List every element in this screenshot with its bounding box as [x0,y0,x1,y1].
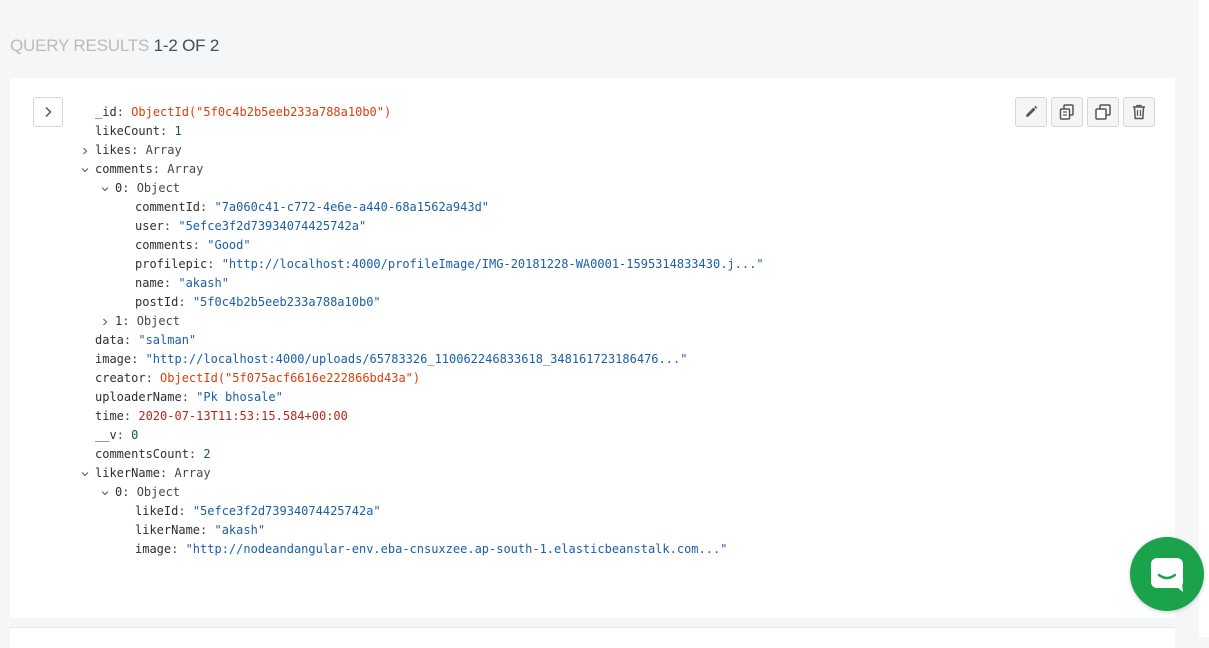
field-time: time: 2020-07-13T11:53:15.584+00:00 [95,409,348,423]
field-likecount: likeCount: 1 [95,124,182,138]
document-card: _id: ObjectId("5f0c4b2b5eeb233a788a10b0"… [10,78,1175,618]
chevron-right-icon[interactable] [100,312,110,331]
field-id: _id: ObjectId("5f0c4b2b5eeb233a788a10b0"… [95,105,392,119]
chevron-down-icon[interactable] [100,179,110,198]
chevron-down-icon[interactable] [80,464,90,483]
clone-icon [1059,104,1074,120]
chat-icon [1151,558,1183,592]
delete-icon [1133,104,1145,120]
field-comments-1[interactable]: 1: Object [100,312,180,331]
chevron-right-icon[interactable] [80,141,90,160]
chevron-right-icon [45,106,52,118]
field-likername-0[interactable]: 0: Object [100,483,180,502]
field-creator: creator: ObjectId("5f075acf6616e222866bd… [95,371,421,385]
field-comment-text: comments: "Good" [135,238,251,252]
field-data: data: "salman" [95,333,197,347]
query-results-header: QUERY RESULTS 1-2 OF 2 [10,36,219,56]
document-actions [1015,97,1155,127]
chat-support-button[interactable] [1130,537,1204,611]
field-postid: postId: "5f0c4b2b5eeb233a788a10b0" [135,295,381,309]
field-uploadername: uploaderName: "Pk bhosale" [95,390,283,404]
page-right-edge [1199,0,1209,637]
field-likername-value: likerName: "akash" [135,523,266,537]
edit-icon [1026,105,1038,117]
edit-document-button[interactable] [1015,97,1047,127]
field-profilepic: profilepic: "http://localhost:4000/profi… [135,257,764,271]
field-comments[interactable]: comments: Array [80,160,203,179]
expand-document-button[interactable] [33,97,63,127]
delete-document-button[interactable] [1123,97,1155,127]
field-likeid: likeId: "5efce3f2d73934074425742a" [135,504,381,518]
query-results-count: 1-2 OF 2 [153,36,220,55]
field-comments-0[interactable]: 0: Object [100,179,180,198]
field-commentscount: commentsCount: 2 [95,447,211,461]
field-likes[interactable]: likes: Array [80,141,182,160]
chevron-down-icon[interactable] [80,160,90,179]
field-likername[interactable]: likerName: Array [80,464,211,483]
field-liker-image: image: "http://nodeandangular-env.eba-cn… [135,542,728,556]
copy-document-button[interactable] [1087,97,1119,127]
clone-document-button[interactable] [1051,97,1083,127]
query-results-label: QUERY RESULTS [10,36,150,55]
field-user: user: "5efce3f2d73934074425742a" [135,219,367,233]
chevron-down-icon[interactable] [100,483,110,502]
field-image: image: "http://localhost:4000/uploads/65… [95,352,688,366]
field-v: __v: 0 [95,428,139,442]
next-document-card [10,627,1175,648]
field-name: name: "akash" [135,276,229,290]
copy-icon [1095,104,1111,120]
field-commentid: commentId: "7a060c41-c772-4e6e-a440-68a1… [135,200,490,214]
